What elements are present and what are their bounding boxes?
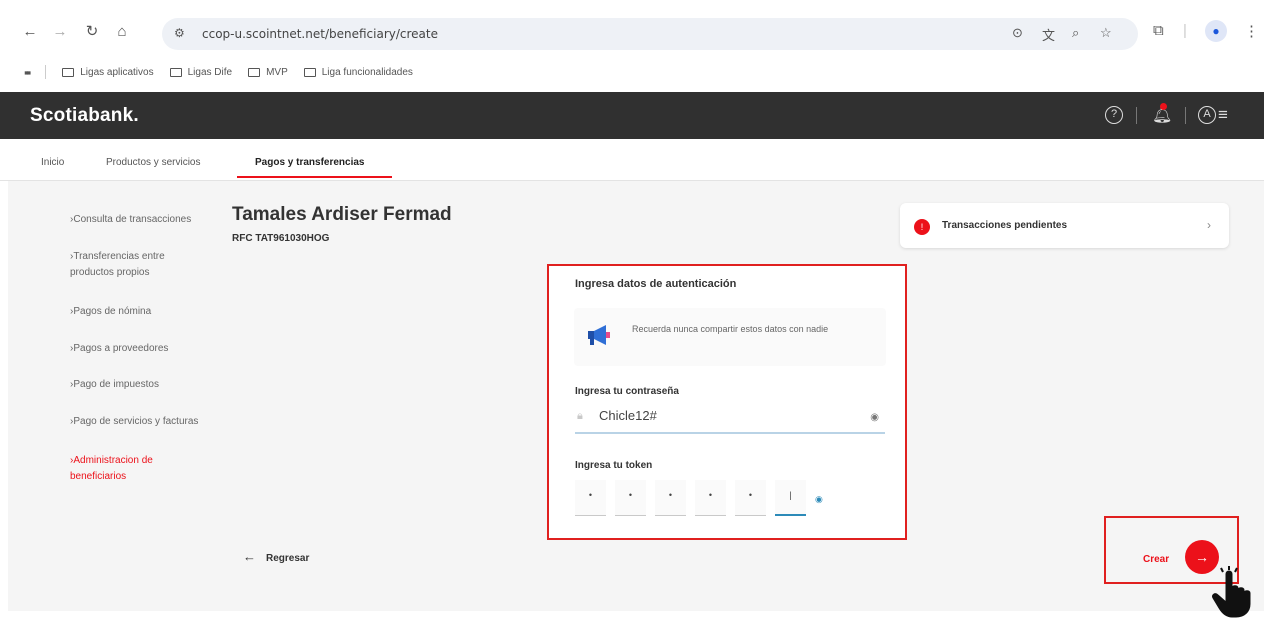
- sidebar-item-label: Administracion de beneficiarios: [70, 455, 153, 482]
- bookmark-folder[interactable]: MVP: [248, 67, 288, 78]
- chevron-right-icon: ›: [1207, 218, 1211, 232]
- bookmark-folder[interactable]: Ligas Dife: [169, 66, 233, 78]
- lock-icon: 🔒︎: [577, 410, 583, 422]
- bookmark-folder[interactable]: Ligas aplicativos: [62, 66, 154, 78]
- token-digit-2[interactable]: •: [615, 480, 646, 516]
- scotiabank-logo[interactable]: Scotiabank.: [30, 105, 139, 127]
- forward-nav-icon[interactable]: →: [50, 22, 70, 42]
- auth-title: Ingresa datos de autenticación: [575, 278, 737, 290]
- sidebar-item-servicios[interactable]: ›Pago de servicios y facturas: [70, 414, 230, 430]
- active-tab-indicator: [237, 176, 392, 178]
- sidebar-item-proveedores[interactable]: ›Pagos a proveedores: [70, 341, 220, 357]
- hide-password-icon[interactable]: ◉: [870, 412, 879, 423]
- hamburger-menu-icon[interactable]: ≡: [1218, 105, 1228, 125]
- pending-alert-icon: !: [914, 219, 930, 235]
- token-digit-4[interactable]: •: [695, 480, 726, 516]
- token-digit-3[interactable]: •: [655, 480, 686, 516]
- password-field[interactable]: 🔒︎ ◉: [575, 404, 885, 434]
- sidebar-item-label: Transferencias entre productos propios: [70, 251, 165, 278]
- show-token-icon[interactable]: ◉: [815, 494, 823, 505]
- user-profile-icon[interactable]: A: [1198, 106, 1216, 124]
- sidebar-item-label: Pagos de nómina: [73, 306, 152, 317]
- token-digit-1[interactable]: •: [575, 480, 606, 516]
- sidebar-item-label: Pago de servicios y facturas: [73, 416, 199, 427]
- notification-badge: [1160, 103, 1167, 110]
- translate-icon[interactable]: 文: [1042, 25, 1055, 44]
- pointer-hand-icon: [1212, 566, 1251, 618]
- password-input[interactable]: [599, 408, 829, 423]
- authentication-panel: Ingresa datos de autenticación Recuerda …: [547, 264, 907, 540]
- tab-inicio[interactable]: Inicio: [41, 157, 64, 168]
- apps-grid-icon[interactable]: ▪▪: [24, 65, 31, 80]
- location-icon[interactable]: ⊙: [1012, 25, 1023, 41]
- main-tabs: Inicio Productos y servicios Pagos y tra…: [0, 139, 1264, 181]
- home-icon[interactable]: ⌂: [112, 22, 132, 42]
- notice-text: Recuerda nunca compartir estos datos con…: [632, 324, 829, 334]
- bookmark-label: Ligas Dife: [187, 66, 233, 78]
- pending-transactions-label: Transacciones pendientes: [942, 220, 1068, 231]
- create-label[interactable]: Crear: [1143, 554, 1169, 565]
- sidebar-item-nomina[interactable]: ›Pagos de nómina: [70, 304, 220, 320]
- site-settings-icon[interactable]: ⚙: [174, 26, 185, 40]
- security-notice: Recuerda nunca compartir estos datos con…: [574, 308, 886, 366]
- bookmark-label: Ligas aplicativos: [80, 66, 154, 78]
- back-link[interactable]: ← Regresar: [243, 549, 309, 564]
- arrow-left-icon: ←: [243, 549, 256, 564]
- folder-icon: [303, 67, 316, 77]
- back-label: Regresar: [266, 553, 310, 564]
- browser-toolbar: ← → ↻ ⌂ ⚙ ccop-u.scointnet.net/beneficia…: [0, 0, 1264, 92]
- reload-icon[interactable]: ↻: [82, 22, 102, 42]
- url-text[interactable]: ccop-u.scointnet.net/beneficiary/create: [202, 27, 438, 41]
- browser-profile-avatar[interactable]: ●: [1205, 20, 1227, 42]
- megaphone-icon: [588, 325, 610, 345]
- browser-menu-icon[interactable]: ⋮: [1244, 22, 1259, 40]
- sidebar-item-impuestos[interactable]: ›Pago de impuestos: [70, 377, 220, 393]
- header-divider: [1185, 107, 1186, 124]
- back-nav-icon[interactable]: ←: [20, 22, 40, 42]
- sidebar-item-label: Consulta de transacciones: [73, 214, 192, 225]
- folder-icon: [62, 67, 75, 77]
- password-label: Ingresa tu contraseña: [575, 386, 679, 397]
- tab-productos-servicios[interactable]: Productos y servicios: [106, 157, 200, 168]
- bookmark-label: Liga funcionalidades: [321, 66, 413, 78]
- token-digit-5[interactable]: •: [735, 480, 766, 516]
- folder-icon: [248, 67, 261, 77]
- zoom-icon[interactable]: ⌕: [1072, 25, 1079, 41]
- extensions-icon[interactable]: ⧉: [1153, 22, 1164, 39]
- sidebar-item-beneficiarios[interactable]: ›Administracion de beneficiarios: [70, 453, 195, 485]
- token-label: Ingresa tu token: [575, 460, 653, 471]
- folder-icon: [169, 67, 182, 77]
- bookmark-label: MVP: [266, 66, 288, 78]
- bookmark-folder[interactable]: Liga funcionalidades: [303, 66, 413, 78]
- toolbar-divider: |: [1183, 22, 1187, 39]
- app-header: Scotiabank. ? 🔔︎ A ≡: [0, 92, 1264, 139]
- header-divider: [1136, 107, 1137, 124]
- tab-pagos-transferencias[interactable]: Pagos y transferencias: [255, 157, 365, 168]
- sidebar-item-label: Pagos a proveedores: [73, 343, 169, 354]
- bookmark-star-icon[interactable]: ☆: [1100, 25, 1112, 41]
- sidebar-item-label: Pago de impuestos: [73, 379, 159, 390]
- bookmarks-divider: [45, 65, 47, 79]
- sidebar-item-transferencias[interactable]: ›Transferencias entre productos propios: [70, 249, 210, 281]
- sidebar-item-consulta[interactable]: ›Consulta de transacciones: [70, 212, 220, 228]
- token-inputs: • • • • • |: [575, 480, 806, 516]
- pending-transactions-card[interactable]: ! Transacciones pendientes ›: [900, 203, 1229, 248]
- bookmarks-bar: ▪▪ Ligas aplicativos Ligas Dife MVP Liga…: [24, 62, 413, 82]
- beneficiary-rfc: RFC TAT961030HOG: [232, 233, 330, 244]
- help-icon[interactable]: ?: [1105, 106, 1123, 124]
- address-bar[interactable]: ⚙ ccop-u.scointnet.net/beneficiary/creat…: [162, 18, 1138, 50]
- beneficiary-name: Tamales Ardiser Fermad: [232, 204, 452, 225]
- token-digit-6[interactable]: |: [775, 480, 806, 516]
